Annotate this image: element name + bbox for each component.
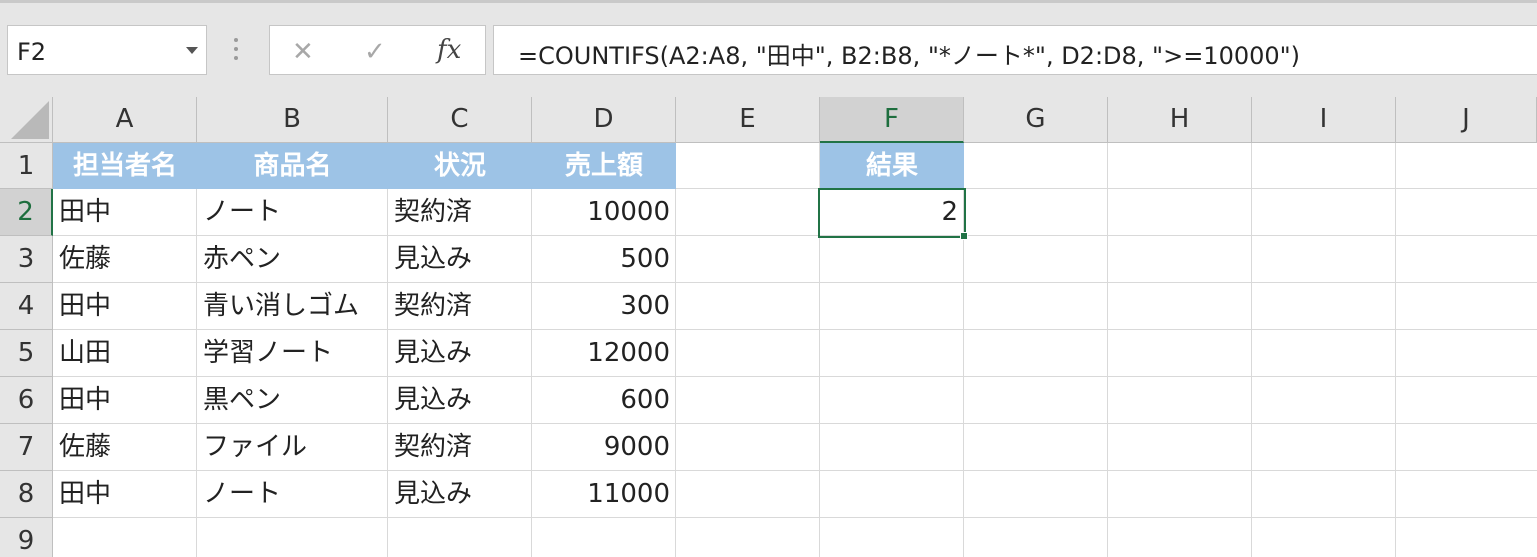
insert-function-icon[interactable]: fx — [437, 35, 461, 65]
table-cell[interactable]: 9000 — [532, 424, 676, 470]
table-cell[interactable]: 学習ノート — [197, 330, 388, 376]
table-cell[interactable]: 600 — [532, 377, 676, 423]
gridline-v — [1107, 143, 1108, 557]
active-cell-selection — [818, 188, 966, 238]
row-header-2[interactable]: 2 — [0, 189, 53, 236]
table-cell[interactable]: 契約済 — [388, 189, 532, 235]
column-header-i[interactable]: I — [1252, 97, 1396, 143]
name-box-value: F2 — [17, 38, 47, 66]
table-cell[interactable]: 黒ペン — [197, 377, 388, 423]
table-header-cell[interactable]: 担当者名 — [53, 143, 197, 189]
row-header-9[interactable]: 9 — [0, 518, 53, 557]
gridline-v — [1251, 143, 1252, 557]
formula-text: =COUNTIFS(A2:A8, "田中", B2:B8, "*ノート*", D… — [518, 42, 1301, 70]
formula-buttons: ✕ ✓ fx — [269, 25, 486, 75]
table-cell[interactable]: 佐藤 — [53, 236, 197, 282]
table-header-cell[interactable]: 状況 — [388, 143, 532, 189]
gridline-h — [53, 517, 1537, 518]
column-header-b[interactable]: B — [197, 97, 388, 143]
table-cell[interactable]: 佐藤 — [53, 424, 197, 470]
drag-handle-icon[interactable] — [234, 38, 240, 62]
worksheet-grid[interactable]: A B C D E F G H I J 1 2 3 4 5 6 7 8 9 担当者名 商品名 状況 売上額 田中 ノート 契約済 1… — [0, 97, 1537, 557]
column-header-j[interactable]: J — [1396, 97, 1537, 143]
table-cell[interactable]: 山田 — [53, 330, 197, 376]
table-cell[interactable]: ノート — [197, 189, 388, 235]
table-cell[interactable]: ノート — [197, 471, 388, 517]
column-header-g[interactable]: G — [964, 97, 1108, 143]
table-cell[interactable]: 12000 — [532, 330, 676, 376]
table-cell[interactable]: ファイル — [197, 424, 388, 470]
table-header-cell[interactable]: 売上額 — [532, 143, 676, 189]
table-cell[interactable]: 田中 — [53, 377, 197, 423]
result-header-cell[interactable]: 結果 — [820, 143, 964, 189]
top-border — [0, 0, 1537, 3]
table-cell[interactable]: 見込み — [388, 377, 532, 423]
select-all-icon — [11, 101, 49, 139]
cancel-icon[interactable]: ✕ — [292, 37, 314, 67]
table-cell[interactable]: 11000 — [532, 471, 676, 517]
column-header-e[interactable]: E — [676, 97, 820, 143]
table-cell[interactable]: 500 — [532, 236, 676, 282]
select-all-button[interactable] — [0, 97, 53, 143]
row-header-4[interactable]: 4 — [0, 283, 53, 330]
fill-handle[interactable] — [960, 232, 968, 240]
table-cell[interactable]: 田中 — [53, 189, 197, 235]
row-header-7[interactable]: 7 — [0, 424, 53, 471]
column-header-h[interactable]: H — [1108, 97, 1252, 143]
table-cell[interactable]: 青い消しゴム — [197, 283, 388, 329]
name-box[interactable]: F2 — [7, 25, 207, 75]
table-cell[interactable]: 見込み — [388, 236, 532, 282]
table-cell[interactable]: 契約済 — [388, 283, 532, 329]
table-cell[interactable]: 10000 — [532, 189, 676, 235]
column-header-a[interactable]: A — [53, 97, 197, 143]
table-cell[interactable]: 契約済 — [388, 424, 532, 470]
table-cell[interactable]: 見込み — [388, 471, 532, 517]
row-header-1[interactable]: 1 — [0, 143, 53, 189]
column-header-d[interactable]: D — [532, 97, 676, 143]
table-cell[interactable]: 田中 — [53, 283, 197, 329]
enter-icon[interactable]: ✓ — [364, 37, 386, 67]
table-header-cell[interactable]: 商品名 — [197, 143, 388, 189]
row-header-5[interactable]: 5 — [0, 330, 53, 377]
column-header-c[interactable]: C — [388, 97, 532, 143]
row-header-6[interactable]: 6 — [0, 377, 53, 424]
gridline-v — [1395, 143, 1396, 557]
row-header-8[interactable]: 8 — [0, 471, 53, 518]
table-cell[interactable]: 赤ペン — [197, 236, 388, 282]
row-header-3[interactable]: 3 — [0, 236, 53, 283]
column-header-f[interactable]: F — [820, 97, 964, 143]
table-cell[interactable]: 見込み — [388, 330, 532, 376]
chevron-down-icon[interactable] — [186, 47, 198, 54]
table-cell[interactable]: 300 — [532, 283, 676, 329]
table-cell[interactable]: 田中 — [53, 471, 197, 517]
formula-input[interactable]: =COUNTIFS(A2:A8, "田中", B2:B8, "*ノート*", D… — [493, 25, 1537, 75]
